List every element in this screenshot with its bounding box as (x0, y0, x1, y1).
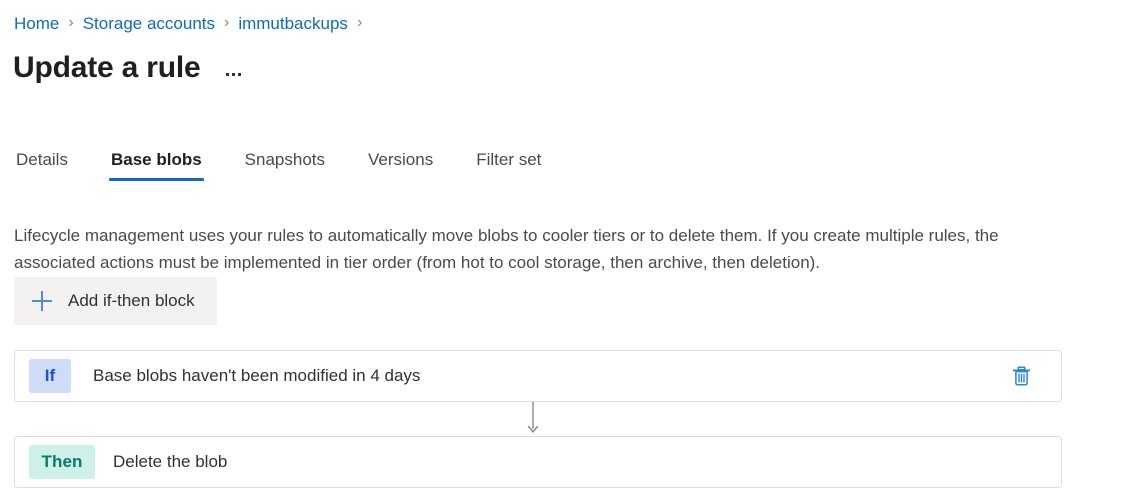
trash-icon (1012, 366, 1030, 386)
add-if-then-block-button[interactable]: Add if-then block (14, 277, 217, 325)
if-condition-text: Base blobs haven't been modified in 4 da… (93, 366, 421, 385)
breadcrumb-separator-icon: › (68, 14, 74, 31)
more-options-icon[interactable] (222, 69, 245, 80)
page-title: Update a rule (13, 51, 201, 84)
tab-details[interactable]: Details (14, 145, 70, 183)
then-action-text: Delete the blob (113, 452, 228, 471)
tab-snapshots[interactable]: Snapshots (243, 145, 327, 183)
tab-filter-set[interactable]: Filter set (474, 145, 543, 183)
title-row: Update a rule (13, 48, 245, 88)
breadcrumb-item-immutbackups[interactable]: immutbackups (238, 13, 348, 35)
arrow-down-icon (527, 402, 539, 433)
description-text: Lifecycle management uses your rules to … (14, 226, 999, 272)
breadcrumb-item-home[interactable]: Home (14, 13, 59, 35)
breadcrumb: Home › Storage accounts › immutbackups › (14, 13, 371, 35)
tab-bar: Details Base blobs Snapshots Versions Fi… (14, 145, 543, 183)
tab-versions[interactable]: Versions (366, 145, 435, 183)
delete-rule-button[interactable] (1008, 363, 1034, 389)
rule-block: If Base blobs haven't been modified in 4… (14, 350, 1062, 488)
tab-base-blobs[interactable]: Base blobs (108, 145, 204, 183)
then-action-row[interactable]: Then Delete the blob (14, 436, 1062, 488)
ellipsis-dot (232, 73, 236, 76)
ellipsis-dot (238, 73, 242, 76)
plus-icon (32, 291, 52, 311)
breadcrumb-separator-icon: › (224, 14, 230, 31)
if-badge: If (29, 359, 71, 393)
update-rule-page: Home › Storage accounts › immutbackups ›… (0, 0, 1135, 502)
add-if-then-block-label: Add if-then block (68, 291, 195, 310)
if-condition-row[interactable]: If Base blobs haven't been modified in 4… (14, 350, 1062, 402)
rule-connector (14, 402, 1062, 436)
breadcrumb-item-storage-accounts[interactable]: Storage accounts (83, 13, 215, 35)
ellipsis-dot (226, 73, 230, 76)
breadcrumb-separator-icon: › (356, 14, 363, 31)
then-badge: Then (29, 445, 95, 479)
